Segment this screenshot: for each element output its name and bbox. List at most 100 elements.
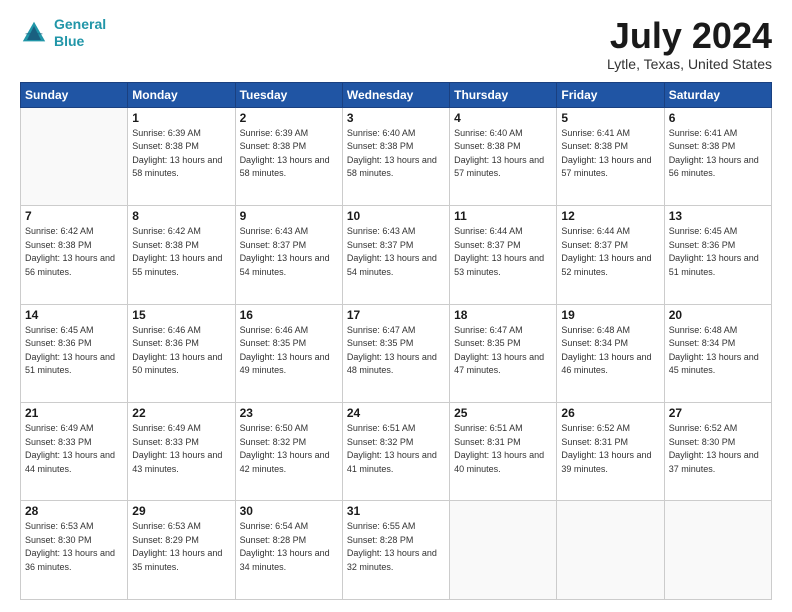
col-tuesday: Tuesday bbox=[235, 82, 342, 107]
table-row: 2 Sunrise: 6:39 AMSunset: 8:38 PMDayligh… bbox=[235, 107, 342, 205]
day-info: Sunrise: 6:39 AMSunset: 8:38 PMDaylight:… bbox=[240, 127, 338, 181]
logo-general: General bbox=[54, 16, 106, 32]
header: General Blue July 2024 Lytle, Texas, Uni… bbox=[20, 16, 772, 72]
logo-text: General Blue bbox=[54, 16, 106, 50]
day-number: 27 bbox=[669, 406, 767, 420]
table-row: 6 Sunrise: 6:41 AMSunset: 8:38 PMDayligh… bbox=[664, 107, 771, 205]
day-number: 13 bbox=[669, 209, 767, 223]
day-info: Sunrise: 6:48 AMSunset: 8:34 PMDaylight:… bbox=[561, 324, 659, 378]
day-info: Sunrise: 6:52 AMSunset: 8:30 PMDaylight:… bbox=[669, 422, 767, 476]
day-info: Sunrise: 6:46 AMSunset: 8:36 PMDaylight:… bbox=[132, 324, 230, 378]
day-number: 20 bbox=[669, 308, 767, 322]
day-number: 15 bbox=[132, 308, 230, 322]
col-saturday: Saturday bbox=[664, 82, 771, 107]
day-info: Sunrise: 6:49 AMSunset: 8:33 PMDaylight:… bbox=[25, 422, 123, 476]
col-thursday: Thursday bbox=[450, 82, 557, 107]
day-info: Sunrise: 6:41 AMSunset: 8:38 PMDaylight:… bbox=[561, 127, 659, 181]
table-row: 8 Sunrise: 6:42 AMSunset: 8:38 PMDayligh… bbox=[128, 206, 235, 304]
day-number: 31 bbox=[347, 504, 445, 518]
day-number: 12 bbox=[561, 209, 659, 223]
col-friday: Friday bbox=[557, 82, 664, 107]
main-title: July 2024 bbox=[607, 16, 772, 56]
table-row bbox=[21, 107, 128, 205]
table-row: 16 Sunrise: 6:46 AMSunset: 8:35 PMDaylig… bbox=[235, 304, 342, 402]
day-info: Sunrise: 6:44 AMSunset: 8:37 PMDaylight:… bbox=[454, 225, 552, 279]
table-row: 30 Sunrise: 6:54 AMSunset: 8:28 PMDaylig… bbox=[235, 501, 342, 600]
table-row: 12 Sunrise: 6:44 AMSunset: 8:37 PMDaylig… bbox=[557, 206, 664, 304]
day-number: 18 bbox=[454, 308, 552, 322]
table-row: 31 Sunrise: 6:55 AMSunset: 8:28 PMDaylig… bbox=[342, 501, 449, 600]
day-number: 10 bbox=[347, 209, 445, 223]
day-number: 19 bbox=[561, 308, 659, 322]
table-row: 22 Sunrise: 6:49 AMSunset: 8:33 PMDaylig… bbox=[128, 403, 235, 501]
day-number: 3 bbox=[347, 111, 445, 125]
day-info: Sunrise: 6:45 AMSunset: 8:36 PMDaylight:… bbox=[669, 225, 767, 279]
day-number: 1 bbox=[132, 111, 230, 125]
day-info: Sunrise: 6:40 AMSunset: 8:38 PMDaylight:… bbox=[454, 127, 552, 181]
day-number: 29 bbox=[132, 504, 230, 518]
table-row: 3 Sunrise: 6:40 AMSunset: 8:38 PMDayligh… bbox=[342, 107, 449, 205]
calendar-week-row: 28 Sunrise: 6:53 AMSunset: 8:30 PMDaylig… bbox=[21, 501, 772, 600]
day-info: Sunrise: 6:54 AMSunset: 8:28 PMDaylight:… bbox=[240, 520, 338, 574]
table-row bbox=[450, 501, 557, 600]
day-info: Sunrise: 6:53 AMSunset: 8:29 PMDaylight:… bbox=[132, 520, 230, 574]
location-subtitle: Lytle, Texas, United States bbox=[607, 56, 772, 72]
table-row: 4 Sunrise: 6:40 AMSunset: 8:38 PMDayligh… bbox=[450, 107, 557, 205]
day-number: 21 bbox=[25, 406, 123, 420]
day-info: Sunrise: 6:43 AMSunset: 8:37 PMDaylight:… bbox=[240, 225, 338, 279]
day-number: 25 bbox=[454, 406, 552, 420]
col-sunday: Sunday bbox=[21, 82, 128, 107]
table-row: 9 Sunrise: 6:43 AMSunset: 8:37 PMDayligh… bbox=[235, 206, 342, 304]
day-info: Sunrise: 6:48 AMSunset: 8:34 PMDaylight:… bbox=[669, 324, 767, 378]
day-info: Sunrise: 6:51 AMSunset: 8:32 PMDaylight:… bbox=[347, 422, 445, 476]
day-number: 24 bbox=[347, 406, 445, 420]
day-number: 22 bbox=[132, 406, 230, 420]
day-number: 16 bbox=[240, 308, 338, 322]
day-info: Sunrise: 6:42 AMSunset: 8:38 PMDaylight:… bbox=[25, 225, 123, 279]
table-row: 17 Sunrise: 6:47 AMSunset: 8:35 PMDaylig… bbox=[342, 304, 449, 402]
day-info: Sunrise: 6:41 AMSunset: 8:38 PMDaylight:… bbox=[669, 127, 767, 181]
calendar-table: Sunday Monday Tuesday Wednesday Thursday… bbox=[20, 82, 772, 600]
table-row: 21 Sunrise: 6:49 AMSunset: 8:33 PMDaylig… bbox=[21, 403, 128, 501]
day-number: 8 bbox=[132, 209, 230, 223]
day-number: 4 bbox=[454, 111, 552, 125]
table-row: 13 Sunrise: 6:45 AMSunset: 8:36 PMDaylig… bbox=[664, 206, 771, 304]
day-number: 7 bbox=[25, 209, 123, 223]
day-number: 23 bbox=[240, 406, 338, 420]
day-info: Sunrise: 6:53 AMSunset: 8:30 PMDaylight:… bbox=[25, 520, 123, 574]
day-info: Sunrise: 6:39 AMSunset: 8:38 PMDaylight:… bbox=[132, 127, 230, 181]
logo-blue: Blue bbox=[54, 33, 84, 49]
table-row: 23 Sunrise: 6:50 AMSunset: 8:32 PMDaylig… bbox=[235, 403, 342, 501]
day-number: 5 bbox=[561, 111, 659, 125]
day-info: Sunrise: 6:55 AMSunset: 8:28 PMDaylight:… bbox=[347, 520, 445, 574]
col-wednesday: Wednesday bbox=[342, 82, 449, 107]
day-info: Sunrise: 6:52 AMSunset: 8:31 PMDaylight:… bbox=[561, 422, 659, 476]
calendar-week-row: 1 Sunrise: 6:39 AMSunset: 8:38 PMDayligh… bbox=[21, 107, 772, 205]
day-info: Sunrise: 6:49 AMSunset: 8:33 PMDaylight:… bbox=[132, 422, 230, 476]
table-row: 14 Sunrise: 6:45 AMSunset: 8:36 PMDaylig… bbox=[21, 304, 128, 402]
day-number: 26 bbox=[561, 406, 659, 420]
table-row: 19 Sunrise: 6:48 AMSunset: 8:34 PMDaylig… bbox=[557, 304, 664, 402]
day-number: 17 bbox=[347, 308, 445, 322]
table-row bbox=[557, 501, 664, 600]
day-info: Sunrise: 6:43 AMSunset: 8:37 PMDaylight:… bbox=[347, 225, 445, 279]
table-row: 5 Sunrise: 6:41 AMSunset: 8:38 PMDayligh… bbox=[557, 107, 664, 205]
day-number: 9 bbox=[240, 209, 338, 223]
day-info: Sunrise: 6:47 AMSunset: 8:35 PMDaylight:… bbox=[454, 324, 552, 378]
calendar-week-row: 7 Sunrise: 6:42 AMSunset: 8:38 PMDayligh… bbox=[21, 206, 772, 304]
day-number: 28 bbox=[25, 504, 123, 518]
table-row bbox=[664, 501, 771, 600]
day-info: Sunrise: 6:45 AMSunset: 8:36 PMDaylight:… bbox=[25, 324, 123, 378]
title-block: July 2024 Lytle, Texas, United States bbox=[607, 16, 772, 72]
logo: General Blue bbox=[20, 16, 106, 50]
table-row: 25 Sunrise: 6:51 AMSunset: 8:31 PMDaylig… bbox=[450, 403, 557, 501]
day-number: 2 bbox=[240, 111, 338, 125]
day-number: 11 bbox=[454, 209, 552, 223]
day-number: 30 bbox=[240, 504, 338, 518]
day-info: Sunrise: 6:51 AMSunset: 8:31 PMDaylight:… bbox=[454, 422, 552, 476]
table-row: 28 Sunrise: 6:53 AMSunset: 8:30 PMDaylig… bbox=[21, 501, 128, 600]
table-row: 1 Sunrise: 6:39 AMSunset: 8:38 PMDayligh… bbox=[128, 107, 235, 205]
col-monday: Monday bbox=[128, 82, 235, 107]
day-number: 14 bbox=[25, 308, 123, 322]
table-row: 10 Sunrise: 6:43 AMSunset: 8:37 PMDaylig… bbox=[342, 206, 449, 304]
